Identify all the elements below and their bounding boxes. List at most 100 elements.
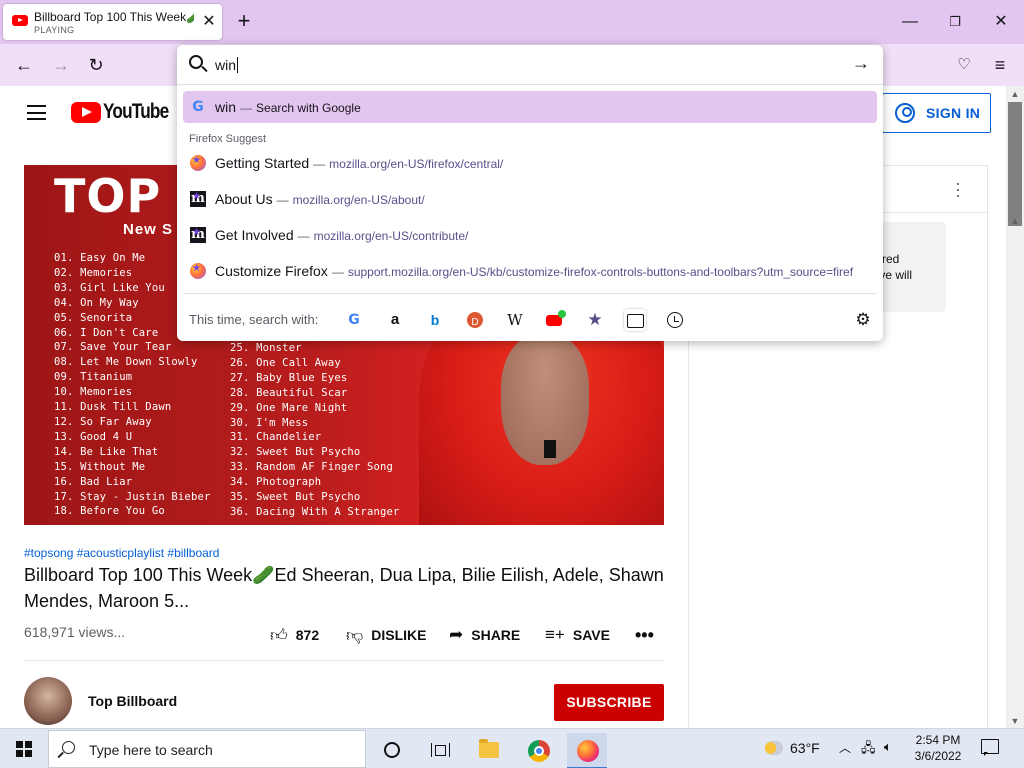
channel-avatar[interactable] [24,677,72,725]
google-icon[interactable]: G [343,309,365,331]
notifications-icon[interactable] [981,739,999,756]
suggestion-title: win [215,99,237,115]
suggestion-url: mozilla.org/en-US/contribute/ [313,229,469,243]
history-clock-icon[interactable] [664,309,686,331]
scroll-down-arrow-icon[interactable]: ▼ [1006,716,1024,726]
bing-icon[interactable]: b [424,309,446,331]
taskbar-search-box[interactable]: Type here to search [48,730,366,768]
more-actions-icon[interactable]: ••• [635,624,654,646]
youtube-logo-text[interactable]: YouTube [103,100,169,124]
like-button[interactable]: 👍︎ 872 [270,624,319,646]
suggestion-url: mozilla.org/en-US/firefox/central/ [329,157,504,171]
account-circle-icon [895,103,915,123]
playlist-add-icon: ≡+ [545,625,565,644]
wikipedia-icon[interactable]: W [504,309,526,331]
video-hashtags[interactable]: #topsong #acousticplaylist #billboard [24,546,219,560]
browser-tab-youtube[interactable]: Billboard Top 100 This Week🥒Ed Sheeran P… [3,4,222,40]
sign-in-button[interactable]: SIGN IN [882,93,991,133]
app-menu-hamburger-icon[interactable]: ≡ [987,52,1013,78]
one-off-search-label: This time, search with: [189,312,319,327]
firefox-taskbar-button[interactable] [567,733,607,768]
suggestion-search-google[interactable]: G win — Search with Google [183,91,877,123]
save-button[interactable]: ≡+ SAVE [545,624,610,646]
thumbnail-song-item: 08. Let Me Down Slowly [54,356,198,369]
task-view-button[interactable] [420,733,460,768]
address-bar-input[interactable]: win → [177,45,883,85]
thumbnail-song-item: 07. Save Your Tear [54,341,172,354]
youtube-favicon-icon [12,15,28,26]
taskbar-search-placeholder: Type here to search [89,742,213,758]
save-label: SAVE [572,627,610,643]
windows-taskbar: Type here to search 63°F ︿ 🖧︎ 🔈︎ 2:54 PM… [0,728,1024,768]
suggestion-title: Get Involved [215,227,294,243]
guide-menu-icon[interactable] [27,105,46,120]
close-tab-icon[interactable]: ✕ [200,13,218,31]
thumbs-down-icon: 👎︎ [346,625,364,645]
go-arrow-icon[interactable]: → [852,53,870,74]
suggestion-about-us[interactable]: m ★ About Us — mozilla.org/en-US/about/ [183,183,877,215]
suggestion-customize-firefox[interactable]: ★ Customize Firefox — support.mozilla.org/… [183,255,877,287]
thumbnail-song-item: 29. One Mare Night [230,401,348,414]
tabs-icon[interactable] [624,309,646,331]
search-settings-gear-icon[interactable]: ⚙ [852,309,874,331]
thumbnail-song-item: 30. I'm Mess [230,416,309,429]
dislike-button[interactable]: 👎︎ DISLIKE [346,624,427,646]
like-count: 872 [295,627,320,643]
thumbnail-song-item: 28. Beautiful Scar [230,386,348,399]
youtube-logo-icon[interactable] [71,102,101,123]
duckduckgo-icon[interactable]: D [464,309,486,331]
scroll-up-arrow-icon[interactable]: ▲ [1006,216,1024,226]
youtube-icon[interactable] [544,309,566,331]
back-arrow-icon[interactable]: ← [11,52,37,78]
system-clock[interactable]: 2:54 PM 3/6/2022 [906,732,970,764]
start-button[interactable] [0,729,48,768]
search-icon [62,741,75,754]
thumbnail-song-item: 33. Random AF Finger Song [230,461,394,474]
address-bar-value[interactable]: win [215,57,239,73]
suggestion-action: Search with Google [256,101,361,115]
chat-more-options-icon[interactable]: · · · [950,174,966,204]
thumbnail-song-item: 25. Monster [230,342,302,354]
minimize-window-icon[interactable]: — [900,12,920,32]
pocket-icon[interactable]: ♡ [951,52,977,78]
file-explorer-button[interactable] [469,733,509,768]
channel-name[interactable]: Top Billboard [88,693,177,709]
tab-title: Billboard Top 100 This Week🥒Ed Sheeran [34,10,194,24]
share-arrow-icon: ➦ [449,625,464,644]
share-button[interactable]: ➦ SHARE [449,624,520,646]
chat-message-line: red [882,252,900,266]
thumbnail-song-item: 16. Bad Liar [54,475,133,488]
bookmark-star-icon: ★ [192,227,201,238]
video-title: Billboard Top 100 This Week🥒Ed Sheeran, … [24,565,664,611]
scrollbar-thumb[interactable] [1008,102,1022,226]
scroll-up-arrow-icon[interactable]: ▲ [1006,89,1024,99]
volume-speaker-icon[interactable]: 🔈︎ [884,739,892,755]
suggestion-title: About Us [215,191,273,207]
cortana-button[interactable] [372,733,412,768]
thumbnail-song-item: 09. Titanium [54,371,133,384]
chrome-taskbar-button[interactable] [518,733,558,768]
new-tab-plus-icon[interactable]: + [232,10,256,34]
weather-widget[interactable]: 63°F [765,740,820,756]
thumbnail-song-item: 17. Stay - Justin Bieber [54,490,211,503]
thumbnail-song-item: 13. Good 4 U [54,430,133,443]
amazon-icon[interactable]: a [384,309,406,331]
subscribe-button[interactable]: SUBSCRIBE [554,684,664,721]
temperature: 63°F [790,740,820,756]
google-icon: G [192,99,204,115]
browser-tab-strip: Billboard Top 100 This Week🥒Ed Sheeran P… [0,0,1024,44]
windows-logo-icon [16,741,32,757]
bookmarks-star-icon[interactable]: ★ [584,309,606,331]
suggestion-get-involved[interactable]: m ★ Get Involved — mozilla.org/en-US/contri… [183,219,877,251]
network-icon[interactable]: 🖧︎ [861,739,876,761]
search-icon [189,55,203,69]
partly-sunny-icon [765,741,783,755]
show-hidden-icons-chevron-icon[interactable]: ︿ [839,739,851,756]
suggestion-getting-started[interactable]: ★ Getting Started — mozilla.org/en-US/fire… [183,147,877,179]
forward-arrow-icon[interactable]: → [48,52,74,78]
restore-window-icon[interactable]: ❐ [945,12,965,32]
view-count[interactable]: 618,971 views... [24,624,125,640]
reload-icon[interactable]: ↻ [83,52,109,78]
close-window-icon[interactable]: ✕ [991,12,1011,32]
page-scrollbar[interactable]: ▲ ▲ ▼ [1006,86,1024,728]
